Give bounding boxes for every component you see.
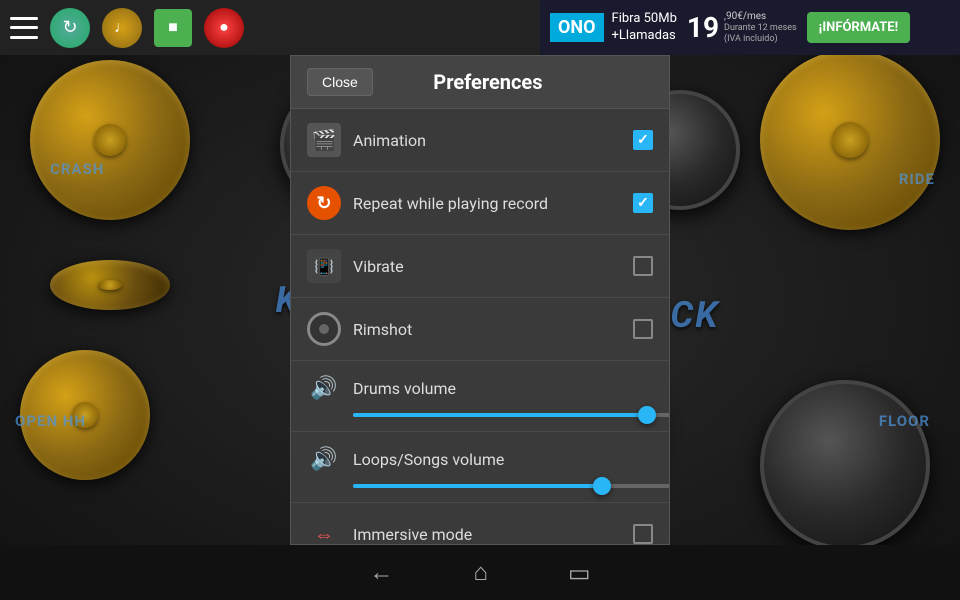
- repeat-label: Repeat while playing record: [353, 194, 621, 213]
- refresh-button[interactable]: ↻: [50, 8, 90, 48]
- preferences-header: Close Preferences: [291, 56, 669, 109]
- vibrate-label: Vibrate: [353, 257, 621, 276]
- ad-price: 19: [687, 11, 719, 44]
- crash-label: CRASH: [50, 160, 104, 178]
- volume-purple-icon: 🔊: [310, 447, 337, 472]
- crash-cymbal[interactable]: [30, 60, 190, 220]
- drums-volume-thumb[interactable]: [638, 406, 656, 424]
- immersive-label: Immersive mode: [353, 525, 621, 544]
- pref-item-vibrate[interactable]: 📳 Vibrate: [291, 235, 669, 298]
- floor-label: FLOOR: [879, 412, 930, 430]
- ad-line2: +Llamadas: [612, 28, 677, 45]
- animation-label: Animation: [353, 131, 621, 150]
- refresh-icon: ↻: [62, 17, 77, 38]
- pref-item-immersive[interactable]: ⇔ Immersive mode: [291, 503, 669, 544]
- drums-volume-track[interactable]: [353, 413, 669, 417]
- close-button[interactable]: Close: [307, 68, 373, 96]
- hamburger-line-2: [10, 26, 38, 29]
- volume-blue-icon: 🔊: [310, 376, 337, 401]
- bottom-nav-bar: ← ⌂ ▭: [0, 545, 960, 600]
- preferences-dialog: Close Preferences Animation ↻ Repeat whi…: [290, 55, 670, 545]
- open-hh-label: OPEN HH: [15, 412, 86, 430]
- preferences-title: Preferences: [393, 70, 583, 94]
- animation-checkbox[interactable]: [633, 130, 653, 150]
- ad-line1: Fibra 50Mb: [612, 11, 677, 28]
- rimshot-checkbox[interactable]: [633, 319, 653, 339]
- ad-brand: ONO: [550, 13, 604, 42]
- record-green-icon: ■: [168, 19, 178, 37]
- hamburger-line-1: [10, 17, 38, 20]
- drums-volume-label: Drums volume: [353, 379, 653, 398]
- rimshot-icon: [307, 312, 341, 346]
- ad-price-decimal: ,90€/mes: [724, 11, 797, 23]
- recents-button[interactable]: ▭: [568, 559, 591, 587]
- home-button[interactable]: ⌂: [473, 558, 488, 587]
- record-red-icon: ●: [219, 19, 229, 37]
- drums-volume-header: 🔊 Drums volume: [307, 371, 653, 405]
- drums-volume-row: 🔊 Drums volume: [291, 361, 669, 432]
- menu-button[interactable]: [10, 17, 38, 39]
- drums-volume-icon: 🔊: [307, 371, 341, 405]
- animation-icon: [307, 123, 341, 157]
- rimshot-label: Rimshot: [353, 320, 621, 339]
- preferences-body: Animation ↻ Repeat while playing record …: [291, 109, 669, 544]
- ad-price-note: Durante 12 meses(IVA incluido): [724, 23, 797, 45]
- animation-icon-shape: [307, 123, 341, 157]
- top-bar-controls: ↻ ♩ ■ ●: [10, 8, 244, 48]
- floor-drum[interactable]: [760, 380, 930, 550]
- pref-item-rimshot[interactable]: Rimshot: [291, 298, 669, 361]
- ride-label: RIDE: [899, 170, 935, 188]
- close-hh-cymbal[interactable]: [50, 260, 170, 310]
- rimshot-icon-shape: [307, 312, 341, 346]
- vibrate-checkbox[interactable]: [633, 256, 653, 276]
- record-red-button[interactable]: ●: [204, 8, 244, 48]
- repeat-icon: ↻: [307, 186, 341, 220]
- repeat-icon-shape: ↻: [307, 186, 341, 220]
- loops-volume-label: Loops/Songs volume: [353, 450, 653, 469]
- loops-volume-row: 🔊 Loops/Songs volume: [291, 432, 669, 503]
- loops-volume-icon: 🔊: [307, 442, 341, 476]
- record-green-button[interactable]: ■: [154, 9, 192, 47]
- hamburger-line-3: [10, 36, 38, 39]
- immersive-icon-shape: ⇔: [314, 522, 334, 545]
- pref-item-animation[interactable]: Animation: [291, 109, 669, 172]
- metronome-button[interactable]: ♩: [102, 8, 142, 48]
- ad-cta-button[interactable]: ¡INFÓRMATE!: [807, 12, 910, 43]
- immersive-checkbox[interactable]: [633, 524, 653, 544]
- immersive-icon: ⇔: [307, 517, 341, 544]
- loops-volume-track[interactable]: [353, 484, 669, 488]
- vibrate-icon: 📳: [307, 249, 341, 283]
- ad-price-detail-container: ,90€/mes Durante 12 meses(IVA incluido): [721, 11, 797, 45]
- metronome-icon: ♩: [114, 19, 130, 37]
- loops-volume-fill: [353, 484, 602, 488]
- back-button[interactable]: ←: [369, 558, 393, 587]
- ad-fiber-text: Fibra 50Mb +Llamadas: [612, 11, 677, 45]
- repeat-checkbox[interactable]: [633, 193, 653, 213]
- loops-volume-thumb[interactable]: [593, 477, 611, 495]
- ad-banner: ONO Fibra 50Mb +Llamadas 19 ,90€/mes Dur…: [540, 0, 960, 55]
- vibrate-icon-shape: 📳: [307, 249, 341, 283]
- drums-volume-fill: [353, 413, 647, 417]
- loops-volume-header: 🔊 Loops/Songs volume: [307, 442, 653, 476]
- ride-cymbal[interactable]: [760, 50, 940, 230]
- pref-item-repeat[interactable]: ↻ Repeat while playing record: [291, 172, 669, 235]
